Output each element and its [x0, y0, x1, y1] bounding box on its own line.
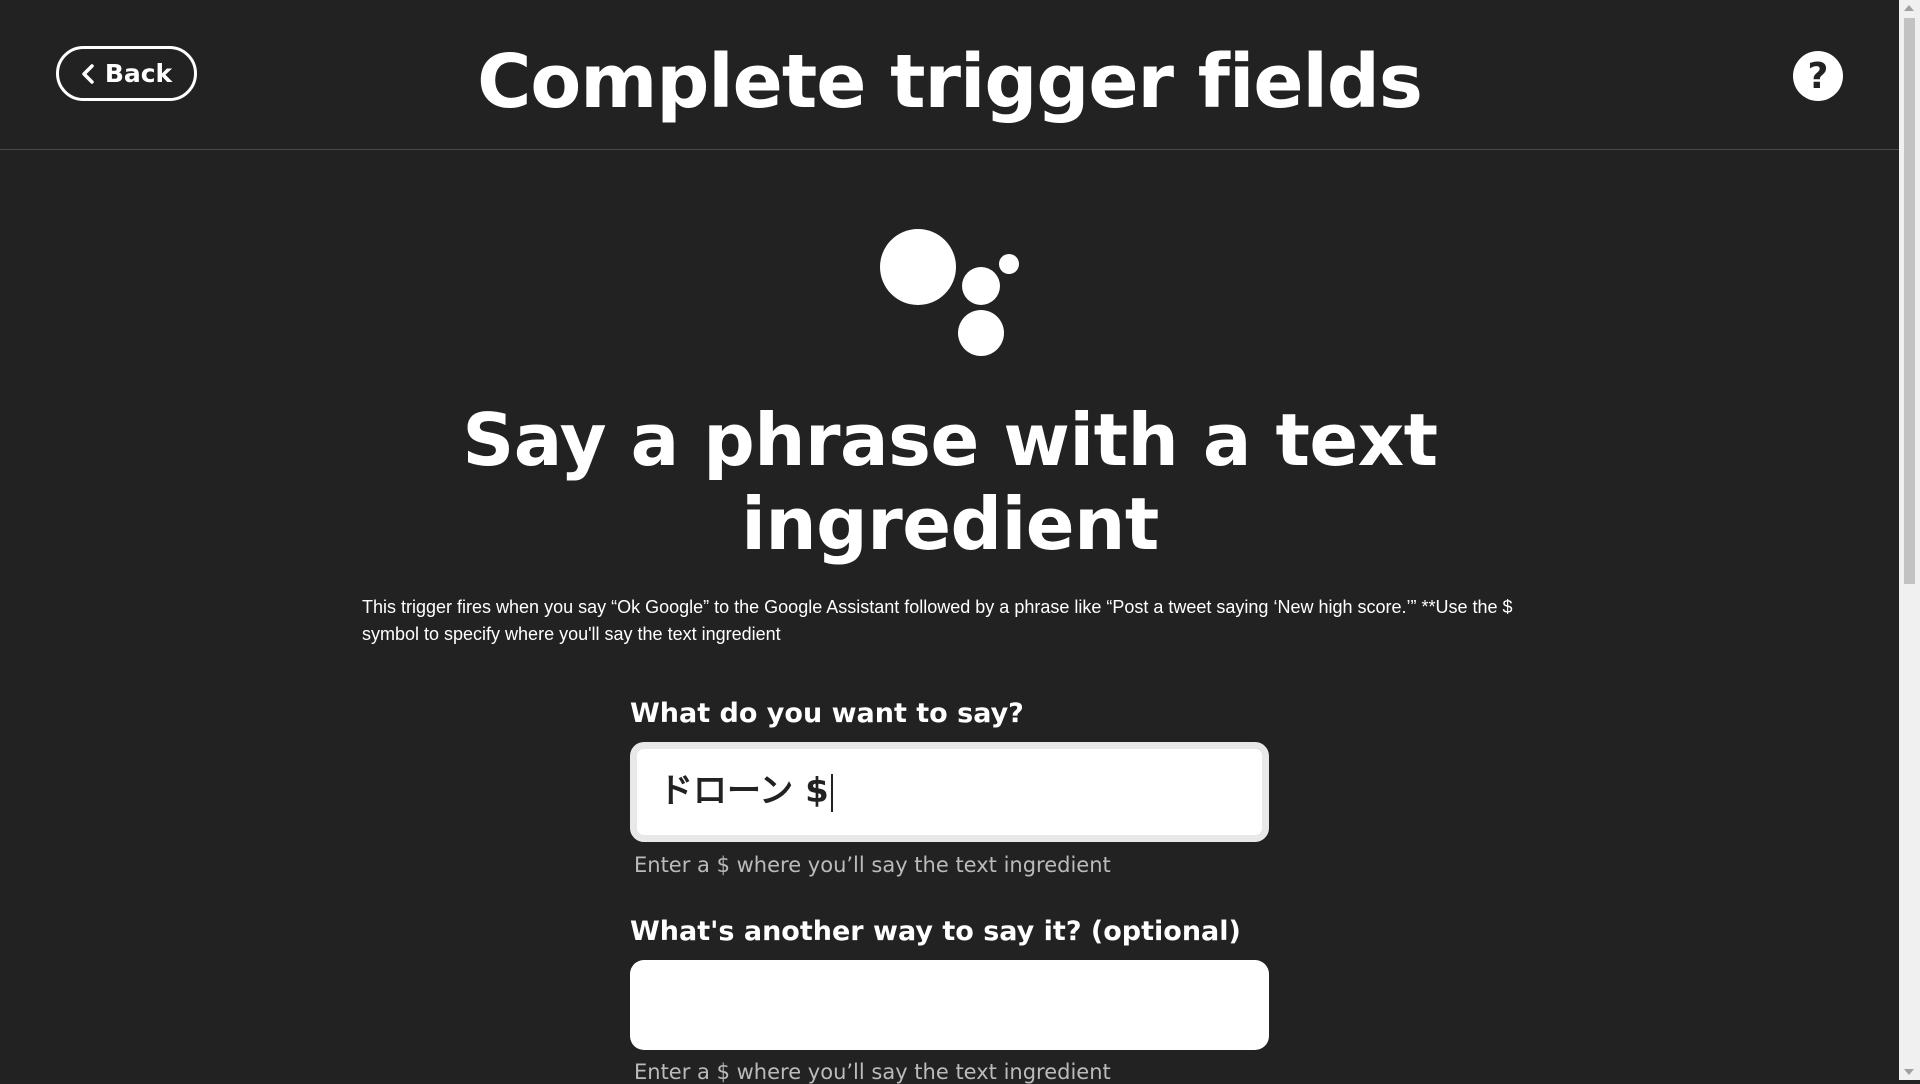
scroll-thumb[interactable]	[1904, 18, 1915, 584]
trigger-description: This trigger fires when you say “Ok Goog…	[362, 597, 1513, 644]
scroll-up-icon[interactable]	[1904, 5, 1914, 11]
trigger-title: Say a phrase with a text ingredient	[462, 398, 1438, 566]
google-assistant-icon	[880, 229, 1019, 356]
phrase-label: What do you want to say?	[630, 698, 1024, 729]
alt-phrase-label: What's another way to say it? (optional)	[630, 916, 1241, 947]
alt-phrase-helper-text: Enter a $ where you’ll say the text ingr…	[634, 1060, 1111, 1084]
phrase-input[interactable]: ドローン $	[630, 742, 1269, 842]
phrase-helper-text: Enter a $ where you’ll say the text ingr…	[634, 853, 1111, 877]
scrollbar[interactable]	[1899, 0, 1920, 1080]
help-button[interactable]: ?	[1793, 51, 1843, 101]
header: Back Complete trigger fields ?	[0, 0, 1899, 150]
page-title: Complete trigger fields	[477, 39, 1423, 125]
scroll-down-icon[interactable]	[1904, 1069, 1914, 1075]
alt-phrase-input[interactable]	[630, 960, 1269, 1050]
help-icon: ?	[1807, 55, 1829, 97]
text-caret	[830, 773, 833, 812]
phrase-input-value: ドローン $	[659, 763, 833, 812]
